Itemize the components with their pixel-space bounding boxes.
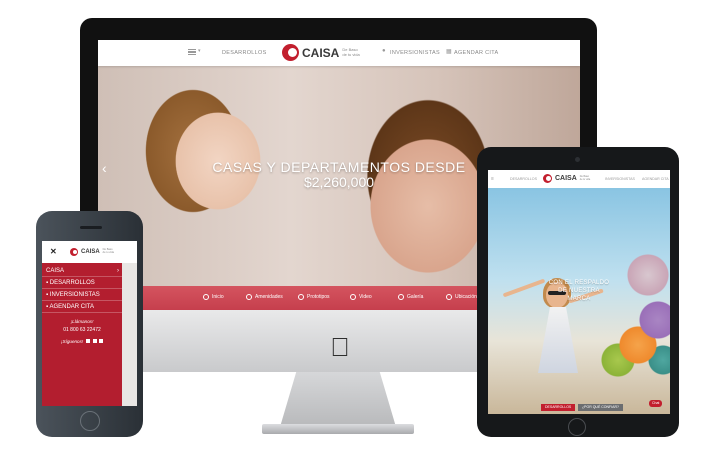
bottom-item-prototipos[interactable]: Prototipos	[298, 294, 330, 300]
hamburger-icon[interactable]: ≡	[491, 176, 494, 182]
apple-logo-icon: 	[325, 332, 355, 362]
phone-menu-desarrollos[interactable]: ▪ DESARROLLOS	[42, 278, 122, 289]
tablet-caisa-logo[interactable]: CAISA De Baso de tu vida	[543, 174, 590, 183]
amenities-icon	[246, 294, 252, 300]
phone-call-label: ¡Llámanos!	[70, 319, 94, 324]
bottom-item-galeria[interactable]: Galería	[398, 294, 423, 300]
tablet-nav-desarrollos[interactable]: DESARROLLOS	[510, 177, 537, 181]
calendar-icon: ▦	[446, 49, 452, 55]
gallery-icon	[398, 294, 404, 300]
tablet-nav-inversionistas[interactable]: INVERSIONISTAS	[605, 177, 635, 181]
logo-mark-icon	[70, 248, 78, 256]
logo-text: CAISA	[302, 45, 340, 60]
phone-follow-row: ¡Síguenos!	[42, 339, 122, 344]
phone-speaker	[80, 226, 102, 229]
bottom-item-video[interactable]: Video	[350, 294, 372, 300]
logo-mark-icon	[282, 44, 299, 61]
phone-page-behind	[122, 263, 137, 406]
desktop-stand	[280, 372, 396, 427]
instagram-icon[interactable]	[99, 339, 104, 343]
twitter-icon[interactable]	[92, 339, 97, 343]
nav-inversionistas[interactable]: INVERSIONISTAS	[390, 50, 440, 56]
desktop-navbar: ▾ DESARROLLOS CAISA De Baso de tu vida ● …	[98, 40, 580, 66]
bottom-item-amenidades[interactable]: Amenidades	[246, 294, 283, 300]
tablet-hero-line1: CON EL RESPALDO	[548, 280, 610, 286]
hamburger-icon[interactable]	[188, 49, 196, 55]
close-icon[interactable]: ✕	[50, 247, 57, 256]
phone-screen: ✕ CAISA De Baso de tu vida CAISA › ▪ DESAR…	[42, 241, 137, 406]
tablet-hero-line3: MARCA	[567, 296, 591, 302]
bottom-item-inicio[interactable]: Inicio	[203, 294, 224, 300]
tablet-navbar: ≡ DESARROLLOS CAISA De Baso de tu vida IN…	[488, 170, 670, 188]
user-icon: ●	[382, 48, 386, 54]
home-icon	[203, 294, 209, 300]
phone-header: ✕ CAISA De Baso de tu vida	[42, 241, 137, 263]
tablet-home-button[interactable]	[568, 418, 586, 436]
chevron-right-icon: ›	[117, 268, 119, 274]
tablet-camera	[575, 157, 580, 162]
tablet-nav-agendar[interactable]: AGENDAR CITA	[642, 177, 669, 181]
tablet-desarrollos-button[interactable]: DESARROLLOS	[541, 404, 576, 411]
logo-tagline: De Baso de tu vida	[342, 47, 360, 57]
prototypes-icon	[298, 294, 304, 300]
phone-menu-inversionistas[interactable]: ▪ INVERSIONISTAS	[42, 290, 122, 301]
video-icon	[350, 294, 356, 300]
phone-menu-caisa[interactable]: CAISA ›	[42, 266, 122, 277]
phone-home-button[interactable]	[80, 411, 100, 431]
girl-dress	[538, 307, 578, 373]
caisa-logo[interactable]: CAISA De Baso de tu vida	[282, 44, 360, 61]
nav-desarrollos[interactable]: DESARROLLOS	[222, 50, 267, 56]
phone-caisa-logo[interactable]: CAISA De Baso de tu vida	[70, 248, 114, 256]
chevron-down-icon: ▾	[198, 48, 201, 54]
nav-agendar-cita[interactable]: AGENDAR CITA	[454, 50, 498, 56]
location-icon	[446, 294, 452, 300]
desktop-stand-foot	[262, 424, 414, 434]
bottom-item-ubicacion[interactable]: Ubicación	[446, 294, 477, 300]
phone-number[interactable]: 01 800 63 22472	[42, 327, 122, 333]
tablet-por-que-confiar-button[interactable]: ¿POR QUÉ CONFIAR?	[578, 404, 623, 411]
phone-menu-agendar[interactable]: ▪ AGENDAR CITA	[42, 302, 122, 313]
logo-mark-icon	[543, 174, 552, 183]
tablet-hero-line2: DE NUESTRA	[558, 288, 600, 294]
facebook-icon[interactable]	[86, 339, 91, 343]
tablet-screen: ≡ DESARROLLOS CAISA De Baso de tu vida IN…	[488, 170, 670, 414]
tablet-chat-button[interactable]: Chat	[649, 400, 663, 407]
